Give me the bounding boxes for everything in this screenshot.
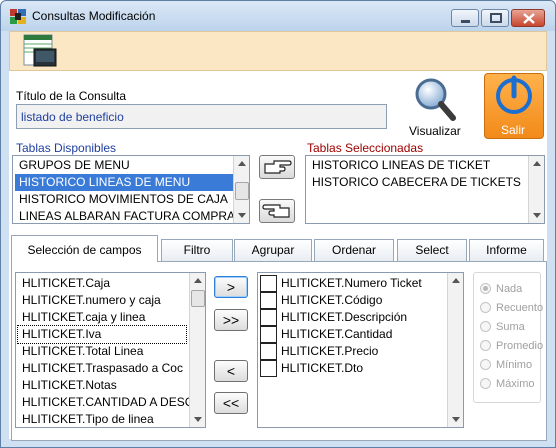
- tab-filter[interactable]: Filtro: [161, 239, 233, 261]
- query-title-label: Título de la Consulta: [16, 89, 127, 103]
- scroll-down-icon[interactable]: [194, 417, 202, 422]
- window-title: Consultas Modificación: [32, 9, 156, 23]
- scroll-up-icon[interactable]: [452, 278, 460, 283]
- selected-field-label: HLITICKET.Descripción: [281, 310, 408, 324]
- radio-dot-icon: [480, 302, 491, 313]
- list-item[interactable]: HISTORICO CABECERA DE TICKETS: [308, 174, 528, 191]
- field-checkbox[interactable]: [260, 292, 277, 309]
- power-icon: [496, 75, 532, 114]
- list-item[interactable]: HISTORICO LINEAS DE TICKET: [308, 157, 528, 174]
- list-item[interactable]: HLITICKET.Traspasado a Coc: [18, 360, 189, 377]
- selected-fields-scrollbar[interactable]: [447, 273, 463, 427]
- available-tables-scrollbar[interactable]: [233, 156, 249, 223]
- visualize-button[interactable]: Visualizar: [409, 76, 465, 138]
- available-tables-label: Tablas Disponibles: [16, 141, 117, 155]
- maximize-icon: [490, 13, 502, 23]
- list-item[interactable]: LINEAS ALBARAN FACTURA COMPRAS: [15, 208, 243, 223]
- list-item[interactable]: GRUPOS DE MENU: [15, 157, 233, 174]
- tab-group[interactable]: Agrupar: [234, 239, 312, 261]
- remove-field-button[interactable]: <: [214, 360, 248, 382]
- tab-report[interactable]: Informe: [469, 239, 544, 261]
- tab-select[interactable]: Select: [397, 239, 467, 261]
- add-all-fields-button[interactable]: >>: [214, 309, 248, 331]
- list-item[interactable]: HLITICKET.Notas: [18, 377, 189, 394]
- remove-all-fields-button[interactable]: <<: [214, 392, 248, 414]
- minimize-icon: [461, 20, 470, 23]
- tab-order[interactable]: Ordenar: [314, 239, 394, 261]
- maximize-button[interactable]: [481, 9, 509, 27]
- scroll-down-icon[interactable]: [238, 213, 246, 218]
- exit-button[interactable]: Salir: [484, 73, 544, 139]
- scroll-up-icon[interactable]: [238, 161, 246, 166]
- tab-field-selection[interactable]: Selección de campos: [11, 235, 158, 262]
- radio-dot-icon: [480, 283, 491, 294]
- scroll-up-icon[interactable]: [533, 161, 541, 166]
- exit-label: Salir: [501, 123, 526, 137]
- list-item[interactable]: HISTORICO MOVIMIENTOS DE CAJA: [15, 191, 233, 208]
- list-item[interactable]: HLITICKET.Caja: [18, 275, 189, 292]
- close-icon: [523, 13, 535, 24]
- close-window-button[interactable]: [511, 9, 545, 27]
- radio-dot-icon: [480, 378, 491, 389]
- visualize-label: Visualizar: [409, 124, 461, 138]
- pointing-hand-right-icon: [264, 160, 292, 174]
- query-title-input[interactable]: listado de beneficio: [16, 104, 387, 129]
- main-window: Consultas Modificación Título de la Cons…: [0, 0, 556, 448]
- field-checkbox[interactable]: [260, 275, 277, 292]
- remove-table-button[interactable]: [259, 199, 295, 223]
- list-item[interactable]: HLITICKET.Tipo de linea: [18, 411, 189, 427]
- app-icon: [10, 9, 26, 24]
- selected-field-label: HLITICKET.Código: [281, 293, 383, 307]
- list-item[interactable]: HLITICKET.Iva: [17, 325, 187, 344]
- selected-field-label: HLITICKET.Numero Ticket: [281, 276, 422, 290]
- add-table-button[interactable]: [259, 155, 295, 179]
- magnifier-icon: [415, 78, 456, 121]
- pointing-hand-left-icon: [262, 204, 290, 218]
- field-checkbox[interactable]: [260, 309, 277, 326]
- list-item[interactable]: HLITICKET.numero y caja: [18, 292, 189, 309]
- tab-strip: Selección de campos Filtro Agrupar Orden…: [11, 235, 547, 262]
- selected-fields-list[interactable]: HLITICKET.Numero Ticket HLITICKET.Código…: [257, 272, 464, 428]
- list-item[interactable]: HLITICKET.CANTIDAD A DESC: [18, 394, 189, 411]
- available-tables-list[interactable]: GRUPOS DE MENU HISTORICO LINEAS DE MENU …: [12, 155, 250, 224]
- aggregate-options: Nada Recuento Suma Promedio Mínimo Máxim…: [473, 272, 543, 403]
- selected-tables-list[interactable]: HISTORICO LINEAS DE TICKET HISTORICO CAB…: [305, 155, 545, 224]
- scroll-down-icon[interactable]: [533, 213, 541, 218]
- available-fields-scrollbar[interactable]: [189, 273, 205, 427]
- available-fields-list[interactable]: HLITICKET.Caja HLITICKET.numero y caja H…: [15, 272, 206, 428]
- minimize-button[interactable]: [451, 9, 479, 27]
- radio-dot-icon: [480, 321, 491, 332]
- field-checkbox[interactable]: [260, 326, 277, 343]
- scroll-thumb[interactable]: [191, 290, 205, 307]
- scroll-thumb[interactable]: [235, 182, 249, 200]
- field-checkbox[interactable]: [260, 360, 277, 377]
- table-design-icon: [23, 34, 57, 67]
- selected-tables-label: Tablas Seleccionadas: [307, 141, 424, 155]
- scroll-up-icon[interactable]: [194, 278, 202, 283]
- radio-dot-icon: [480, 340, 491, 351]
- add-field-button[interactable]: >: [214, 276, 248, 298]
- selected-field-label: HLITICKET.Dto: [281, 361, 364, 375]
- selected-field-label: HLITICKET.Cantidad: [281, 327, 393, 341]
- radio-dot-icon: [480, 359, 491, 370]
- selected-field-label: HLITICKET.Precio: [281, 344, 379, 358]
- selected-tables-scrollbar[interactable]: [528, 156, 544, 223]
- field-checkbox[interactable]: [260, 343, 277, 360]
- list-item[interactable]: HISTORICO LINEAS DE MENU: [15, 174, 233, 191]
- title-bar[interactable]: Consultas Modificación: [1, 1, 555, 31]
- table-design-button[interactable]: [22, 34, 58, 68]
- toolbar: [9, 31, 547, 71]
- scroll-down-icon[interactable]: [452, 417, 460, 422]
- list-item[interactable]: HLITICKET.Total Linea: [18, 343, 189, 360]
- list-item[interactable]: HLITICKET.caja y linea: [18, 309, 189, 326]
